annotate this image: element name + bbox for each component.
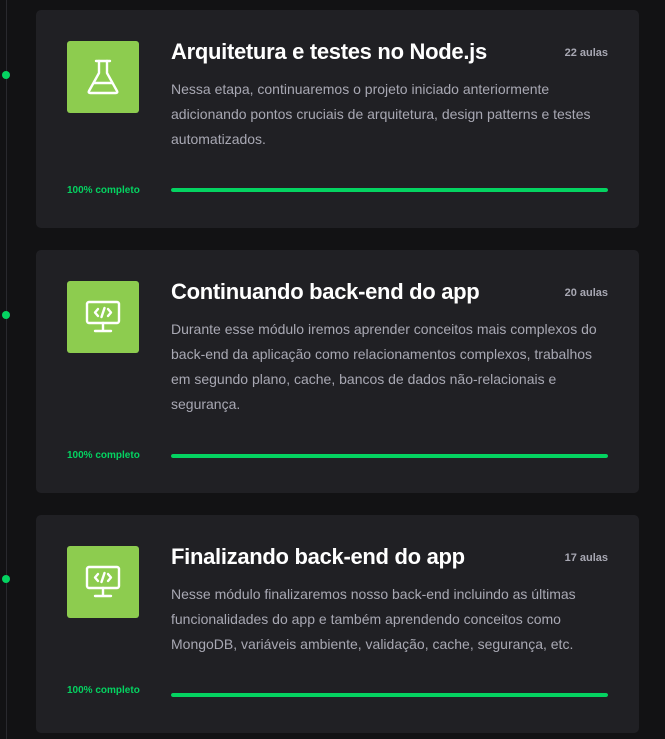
progress-label: 100% completo <box>67 685 140 696</box>
timeline-line <box>6 0 7 739</box>
module-title: Arquitetura e testes no Node.js <box>171 39 487 64</box>
progress-fill <box>171 188 608 192</box>
module-title: Continuando back-end do app <box>171 279 480 304</box>
timeline-dot <box>2 311 10 319</box>
module-card[interactable]: Continuando back-end do app 20 aulas Dur… <box>36 250 639 493</box>
progress-label: 100% completo <box>67 450 140 461</box>
timeline-dot <box>2 575 10 583</box>
lesson-count: 22 aulas <box>564 47 608 59</box>
timeline-dot <box>2 71 10 79</box>
lesson-count: 20 aulas <box>564 287 608 299</box>
progress-fill <box>171 454 608 458</box>
monitor-code-icon <box>67 546 139 618</box>
module-card[interactable]: Arquitetura e testes no Node.js 22 aulas… <box>36 10 639 228</box>
progress-fill <box>171 693 608 697</box>
module-description: Nesse módulo finalizaremos nosso back-en… <box>171 586 576 652</box>
progress-bar <box>171 693 608 697</box>
flask-icon <box>67 41 139 113</box>
progress-label: 100% completo <box>67 185 140 196</box>
lesson-count: 17 aulas <box>564 552 608 564</box>
progress-bar <box>171 454 608 458</box>
progress-bar <box>171 188 608 192</box>
module-description: Nessa etapa, continuaremos o projeto ini… <box>171 81 591 147</box>
module-card[interactable]: Finalizando back-end do app 17 aulas Nes… <box>36 515 639 733</box>
module-title: Finalizando back-end do app <box>171 544 465 569</box>
module-description: Durante esse módulo iremos aprender conc… <box>171 321 597 412</box>
monitor-code-icon <box>67 281 139 353</box>
